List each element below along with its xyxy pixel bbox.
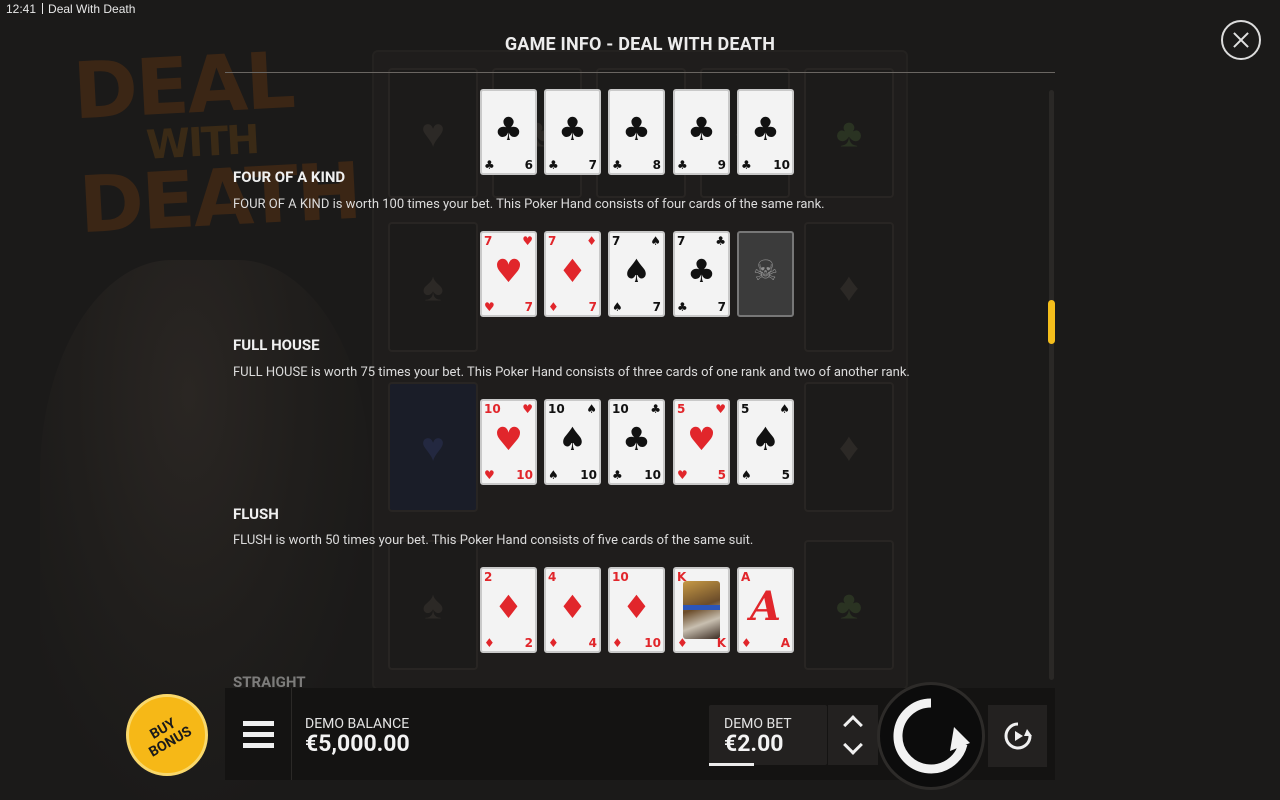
- bet-value: €2.00: [724, 730, 784, 757]
- spin-icon: [893, 698, 970, 774]
- arrow-up-icon[interactable]: [843, 715, 863, 735]
- playing-card: ♣ ♣ 7: [544, 89, 601, 175]
- playing-card: 2 ♦ ♦ 2: [480, 567, 537, 653]
- menu-icon[interactable]: [243, 721, 274, 749]
- skull-icon: ☠: [752, 253, 779, 287]
- autoplay-icon: [1004, 722, 1032, 750]
- balance-value: €5,000.00: [305, 730, 410, 757]
- reel-card: ♣: [804, 68, 894, 198]
- status-bar: 12:41 Deal With Death: [6, 2, 135, 16]
- reel-card: ♣: [804, 540, 894, 670]
- reel-card: ♦: [804, 382, 894, 512]
- reel-card: ♥: [388, 382, 478, 512]
- autoplay-button[interactable]: [988, 705, 1047, 767]
- buy-bonus-label: BUY BONUS: [146, 715, 195, 761]
- playing-card: 7 ♣ ♣ ♣ 7: [673, 231, 730, 317]
- playing-card: ♣ ♣ 9: [673, 89, 730, 175]
- bet-adjust: [828, 705, 878, 765]
- reel-card: ♠: [388, 222, 478, 352]
- king-card: K ♦ K: [673, 567, 730, 653]
- spin-button[interactable]: [877, 682, 985, 790]
- playing-card: 7 ♥ ♥ ♥ 7: [480, 231, 537, 317]
- ace-card: A A ♦ A: [737, 567, 794, 653]
- scrollbar-thumb[interactable]: [1048, 300, 1055, 344]
- section-heading-full-house: FULL HOUSE: [233, 336, 320, 354]
- playing-card: 7 ♦ ♦ ♦ 7: [544, 231, 601, 317]
- playing-card: 7 ♠ ♠ ♠ 7: [608, 231, 665, 317]
- info-title: GAME INFO - DEAL WITH DEATH: [504, 34, 776, 55]
- playing-card: 10 ♣ ♣ ♣ 10: [608, 399, 665, 485]
- section-description: FULL HOUSE is worth 75 times your bet. T…: [233, 365, 910, 380]
- reel-card: ♠: [388, 540, 478, 670]
- bet-underline: [709, 763, 754, 766]
- section-description: FLUSH is worth 50 times your bet. This P…: [233, 533, 754, 548]
- playing-card: 4 ♦ ♦ 4: [544, 567, 601, 653]
- playing-card: 10 ♥ ♥ ♥ 10: [480, 399, 537, 485]
- buy-bonus-button[interactable]: BUY BONUS: [126, 694, 208, 776]
- arrow-down-icon[interactable]: [843, 735, 863, 755]
- clock: 12:41: [6, 2, 37, 16]
- section-heading-flush: FLUSH: [233, 505, 279, 523]
- playing-card: ♣ ♣ 6: [480, 89, 537, 175]
- close-icon[interactable]: [1221, 20, 1261, 60]
- game-name: Deal With Death: [48, 2, 136, 16]
- section-heading-four-of-a-kind: FOUR OF A KIND: [233, 168, 346, 186]
- reel-card: ♥: [388, 68, 478, 198]
- playing-card: 5 ♠ ♠ ♠ 5: [737, 399, 794, 485]
- playing-card: ♣ ♣ 8: [608, 89, 665, 175]
- reel-card: ♦: [804, 222, 894, 352]
- king-portrait: [683, 581, 720, 639]
- scrollbar-track[interactable]: [1049, 90, 1054, 680]
- wild-skull-card: ☠: [737, 231, 794, 317]
- playing-card: 10 ♠ ♠ ♠ 10: [544, 399, 601, 485]
- playing-card: 10 ♦ ♦ 10: [608, 567, 665, 653]
- bar-divider: [291, 688, 292, 780]
- playing-card: ♣ ♣ 10: [737, 89, 794, 175]
- title-divider: [225, 72, 1055, 73]
- playing-card: 5 ♥ ♥ ♥ 5: [673, 399, 730, 485]
- section-description: FOUR OF A KIND is worth 100 times your b…: [233, 197, 825, 212]
